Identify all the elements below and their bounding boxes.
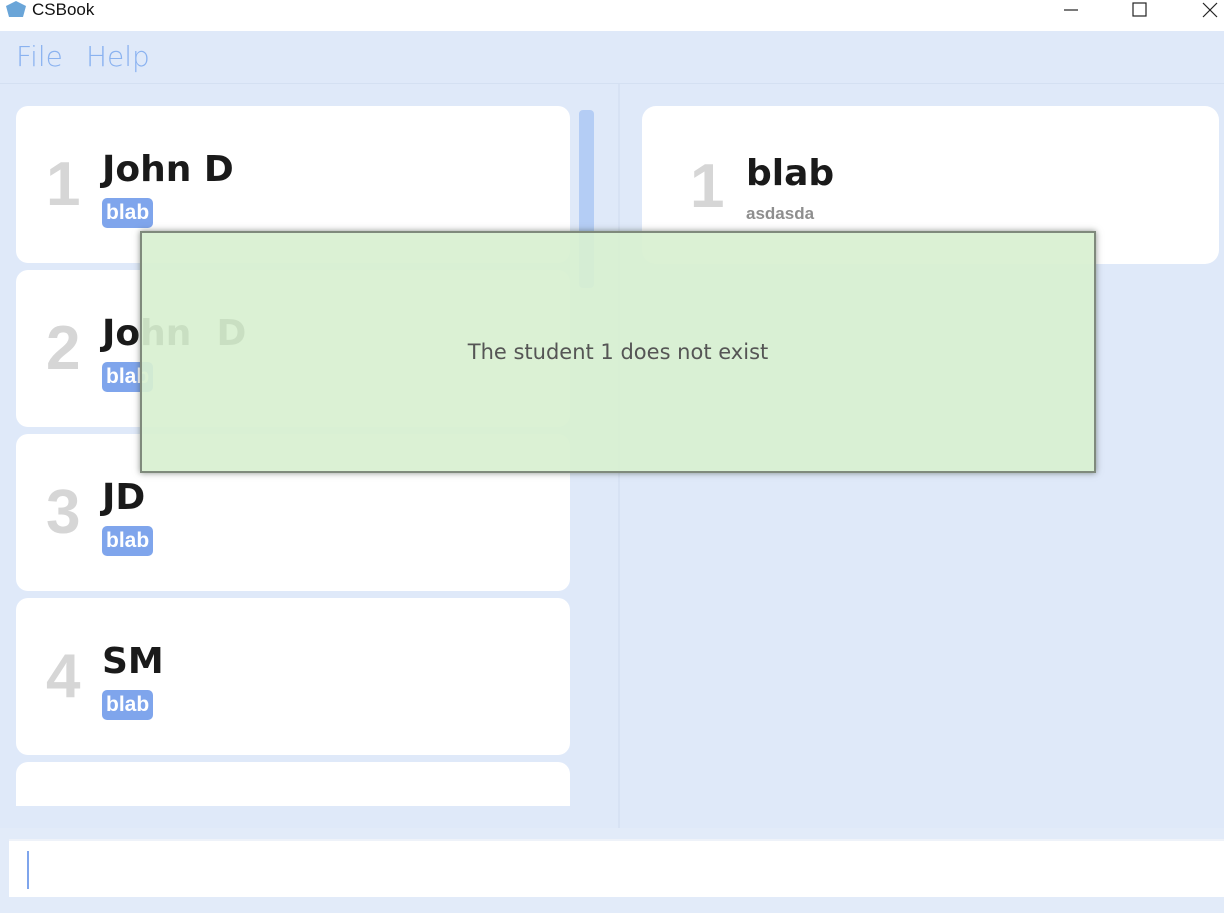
menu-bar: File Help [0, 31, 1224, 84]
notification-message: The student 1 does not exist [467, 340, 769, 364]
maximize-button[interactable] [1116, 0, 1162, 20]
student-tag: blab [102, 526, 154, 556]
student-name: SM [102, 641, 164, 682]
student-tag: blab [102, 198, 154, 228]
menu-help[interactable]: Help [86, 40, 150, 74]
minimize-button[interactable] [1048, 0, 1094, 20]
detail-description: asdasda [746, 204, 815, 223]
student-tag: blab [102, 690, 154, 720]
student-index: 3 [46, 478, 81, 547]
command-area [0, 828, 1224, 913]
window-title: CSBook [32, 0, 95, 19]
student-index: 2 [46, 314, 81, 383]
text-caret [27, 851, 29, 889]
student-name: JD [102, 477, 146, 518]
menu-file[interactable]: File [16, 40, 63, 74]
student-name: John D [102, 149, 234, 190]
minimize-icon [1064, 9, 1078, 11]
notification-popup: The student 1 does not exist [140, 231, 1096, 473]
student-card[interactable]: 4 SM blab [16, 598, 570, 755]
detail-title: blab [746, 153, 835, 194]
app-logo-icon [6, 1, 26, 17]
close-button[interactable] [1186, 0, 1224, 20]
student-index: 4 [46, 642, 81, 711]
student-card-partial[interactable] [16, 762, 570, 806]
detail-index: 1 [690, 152, 725, 221]
student-index: 1 [46, 150, 81, 219]
maximize-icon [1132, 2, 1147, 17]
title-bar: CSBook [0, 0, 1224, 31]
close-icon [1202, 2, 1218, 18]
command-input[interactable] [9, 839, 1224, 897]
